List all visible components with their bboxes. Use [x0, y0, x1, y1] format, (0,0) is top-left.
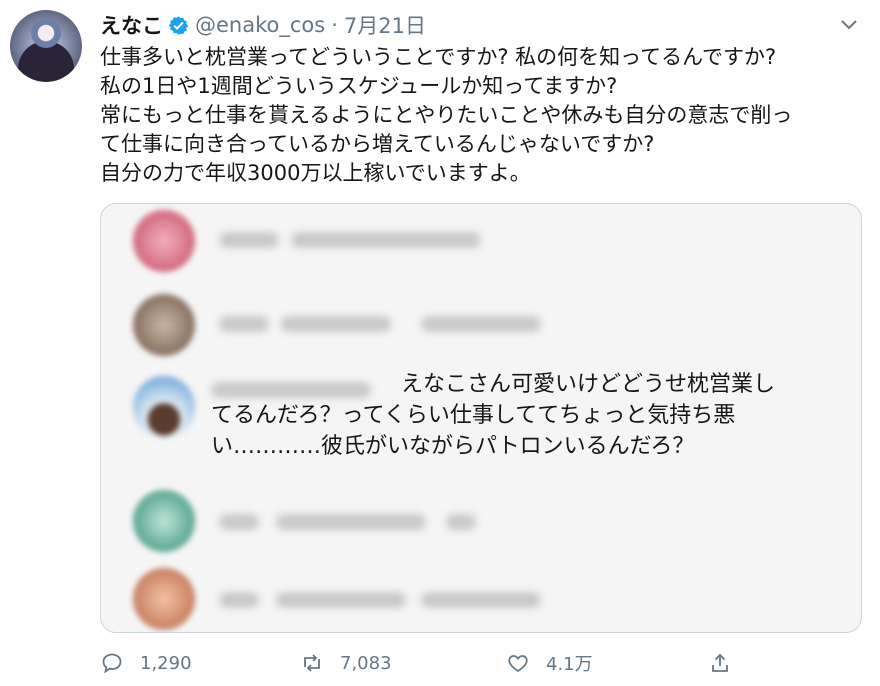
blurred-comment [101, 204, 861, 274]
separator: · [331, 13, 338, 37]
chevron-down-icon[interactable] [838, 16, 860, 34]
display-name[interactable]: えなこ [100, 10, 163, 40]
handle[interactable]: @enako_cos [195, 13, 325, 37]
tweet-header: えなこ @enako_cos · 7月21日 [100, 12, 426, 38]
quoted-comment: えなこさん可愛いけどどうせ枕営業し てるんだろ？ってくらい仕事しててちょっと気持… [211, 369, 831, 462]
verified-icon [168, 15, 189, 36]
share-button[interactable] [708, 646, 732, 680]
tweet-line: 仕事多いと枕営業ってどういうことですか? 私の何を知ってるんですか? [100, 45, 777, 69]
tweet-line: 常にもっと仕事を貰えるようにとやりたいことや休みも自分の意志で削っ [100, 103, 793, 127]
tweet-line: 自分の力で年収3000万以上稼いでいますよ。 [100, 161, 531, 185]
retweet-button[interactable]: 7,083 [300, 646, 392, 680]
comment-line: てるんだろ？ってくらい仕事しててちょっと気持ち悪 [211, 403, 736, 428]
reply-count: 1,290 [140, 652, 192, 674]
like-button[interactable]: 4.1万 [506, 646, 593, 680]
avatar[interactable] [10, 10, 82, 82]
blurred-comment [101, 484, 861, 554]
share-icon [712, 653, 728, 672]
blurred-comment [101, 564, 861, 632]
tweet-text: 仕事多いと枕営業ってどういうことですか? 私の何を知ってるんですか? 私の1日や… [100, 43, 860, 188]
tweet-line: 私の1日や1週間どういうスケジュールか知ってますか? [100, 74, 618, 98]
tweet-date[interactable]: 7月21日 [344, 10, 426, 40]
heart-icon [508, 655, 528, 673]
attached-screenshot-image[interactable]: えなこさん可愛いけどどうせ枕営業し てるんだろ？ってくらい仕事しててちょっと気持… [100, 203, 862, 633]
comment-line: い…………彼氏がいながらパトロンいるんだろ？ [211, 434, 695, 459]
retweet-icon [304, 654, 320, 672]
comment-line: えなこさん可愛いけどどうせ枕営業し [401, 372, 776, 397]
like-count: 4.1万 [546, 654, 593, 675]
blurred-comment [101, 288, 861, 358]
reply-button[interactable]: 1,290 [100, 646, 192, 680]
action-bar: 1,290 7,083 4.1万 [100, 646, 860, 680]
retweet-count: 7,083 [340, 652, 392, 674]
tweet-line: て仕事に向き合っているから増えているんじゃないですか? [100, 132, 655, 156]
reply-icon [102, 653, 122, 674]
